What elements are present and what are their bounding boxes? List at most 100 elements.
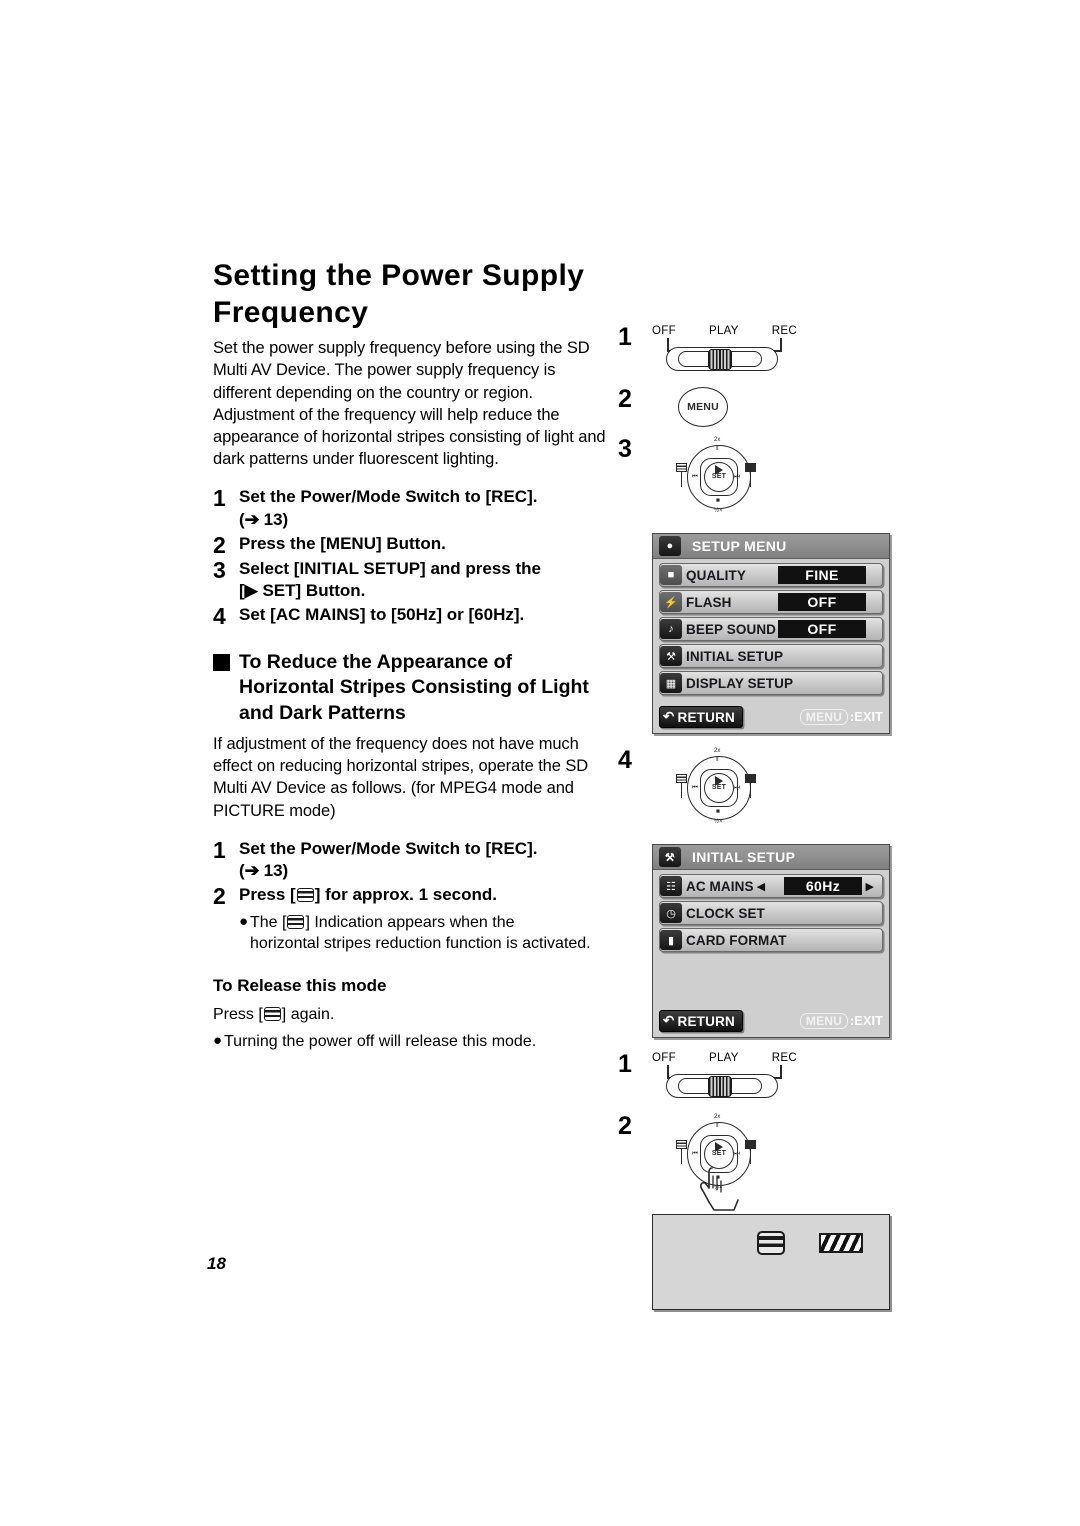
menu-row-value[interactable]: 60Hz xyxy=(784,877,862,895)
step-item: 2 Press [ ] for approx. 1 second. xyxy=(213,884,613,908)
arrow-left-icon[interactable]: ◀ xyxy=(757,880,765,893)
stripes-side-stem xyxy=(681,783,683,798)
setup-menu-panel: ● SETUP MENU ■ QUALITY FINE ⚡ FLASH OFF … xyxy=(652,533,890,734)
clock-icon: ◷ xyxy=(660,903,682,923)
step-sub-text: [▶ SET] Button. xyxy=(239,581,366,601)
step-item: 1 Set the Power/Mode Switch to [REC]. (➔… xyxy=(213,486,613,531)
menu-row-flash[interactable]: ⚡ FLASH OFF xyxy=(659,590,883,614)
battery-fill xyxy=(821,1235,861,1251)
setup-menu-title: SETUP MENU xyxy=(692,538,787,554)
menu-empty-space xyxy=(659,955,883,1002)
return-button[interactable]: ↶ RETURN xyxy=(659,1010,743,1032)
dial-set-label: SET xyxy=(711,784,727,791)
stripes-side-icon xyxy=(676,774,687,783)
illustration-step-4: 4 2x ‖ ■ ½× ⏮ ⏭ SET xyxy=(618,748,908,834)
menu-row-value[interactable]: OFF xyxy=(778,593,866,611)
stripes-side-icon xyxy=(676,463,687,472)
setup-menu-footer: ↶ RETURN MENU :EXIT xyxy=(653,704,889,733)
stripes-side-stem xyxy=(681,1149,683,1164)
page-title-line2: Frequency xyxy=(213,295,369,329)
page-title-line1: Setting the Power Supply xyxy=(213,259,585,292)
power-mode-switch-illustration: OFF PLAY REC xyxy=(652,325,797,377)
page-title: Setting the Power Supply Frequency xyxy=(213,258,613,331)
flash-side-icon xyxy=(745,463,756,472)
horizontal-stripes-icon xyxy=(296,887,314,902)
illustration-step-3: 3 2x ‖ ■ ½× ⏮ ⏭ SET xyxy=(618,437,908,523)
section-heading-line3: and Dark Patterns xyxy=(239,702,406,725)
release-bullet-text: Turning the power off will release this … xyxy=(224,1032,537,1050)
menu-row-display-setup[interactable]: ▦ DISPLAY SETUP xyxy=(659,671,883,695)
ac-mains-icon: ☷ xyxy=(660,876,682,896)
initial-setup-panel: ⚒ INITIAL SETUP ☷ AC MAINS ◀ 60Hz ▶ ◷ CL… xyxy=(652,844,890,1038)
illustration-step-2-second: 2 2x ‖ ■ ½× ⏮ ⏭ SET xyxy=(618,1112,908,1211)
menu-row-label: CLOCK SET xyxy=(686,905,765,921)
flash-side-stem xyxy=(749,1149,751,1164)
step-item: 3 Select [INITIAL SETUP] and press the [… xyxy=(213,558,613,603)
lcd-screen-indicator-panel xyxy=(652,1214,890,1310)
section-heading-line1: To Reduce the Appearance of xyxy=(239,650,513,673)
setup-menu-title-bar: ● SETUP MENU xyxy=(653,534,889,559)
card-format-icon: ▮ xyxy=(660,930,682,950)
illustration-step-number: 3 xyxy=(618,435,632,463)
menu-exit-label: :EXIT xyxy=(850,710,883,724)
horizontal-stripes-icon xyxy=(263,1007,281,1022)
arrow-right-icon[interactable]: ▶ xyxy=(866,880,874,893)
flash-side-stem xyxy=(749,472,751,487)
menu-row-beep-sound[interactable]: ♪ BEEP SOUND OFF xyxy=(659,617,883,641)
step-number: 1 xyxy=(213,485,226,512)
switch-knob[interactable] xyxy=(708,349,732,370)
initial-setup-icon: ⚒ xyxy=(659,847,681,867)
initial-setup-title: INITIAL SETUP xyxy=(692,849,796,865)
step-number: 4 xyxy=(213,602,226,629)
switch-label-off: OFF xyxy=(652,1052,676,1064)
menu-row-label: QUALITY xyxy=(686,567,746,583)
menu-row-value[interactable]: FINE xyxy=(778,566,866,584)
step-text: Set [AC MAINS] to [50Hz] or [60Hz]. xyxy=(239,604,525,624)
menu-row-label: CARD FORMAT xyxy=(686,932,787,948)
step-number: 1 xyxy=(213,836,226,863)
right-illustration-column: 1 OFF PLAY REC 2 MENU 3 2x ‖ ■ ½× ⏮ ⏭ SE… xyxy=(618,325,908,1310)
dial-label-half-speed: ½× xyxy=(714,819,723,825)
switch-label-play: PLAY xyxy=(708,325,739,337)
switch-knob[interactable] xyxy=(708,1076,732,1097)
step-text-before: Press [ xyxy=(239,884,296,904)
menu-row-clock-set[interactable]: ◷ CLOCK SET xyxy=(659,901,883,925)
illustration-step-1-second: 1 OFF PLAY REC xyxy=(618,1052,908,1104)
switch-label-off: OFF xyxy=(652,325,676,337)
menu-row-label: DISPLAY SETUP xyxy=(686,675,794,691)
dial-set-label: SET xyxy=(711,1150,727,1157)
note-text-before: The [ xyxy=(250,913,287,931)
flash-side-stem xyxy=(749,783,751,798)
return-button-label: RETURN xyxy=(677,709,735,725)
menu-row-ac-mains[interactable]: ☷ AC MAINS ◀ 60Hz ▶ xyxy=(659,874,883,898)
initial-setup-footer: ↶ RETURN MENU :EXIT xyxy=(653,1008,889,1037)
manual-page: Setting the Power Supply Frequency Set t… xyxy=(0,0,1080,1526)
switch-tick-right xyxy=(780,1065,782,1077)
return-arrow-icon: ↶ xyxy=(663,1013,675,1028)
release-bullet: ● Turning the power off will release thi… xyxy=(213,1031,613,1052)
power-mode-switch-labels: OFF PLAY REC xyxy=(652,1052,797,1064)
battery-full-icon xyxy=(819,1233,863,1253)
black-square-bullet-icon xyxy=(213,653,230,671)
menu-row-card-format[interactable]: ▮ CARD FORMAT xyxy=(659,928,883,952)
step-number: 2 xyxy=(213,882,226,909)
menu-row-quality[interactable]: ■ QUALITY FINE xyxy=(659,563,883,587)
step-text-after: ] for approx. 1 second. xyxy=(314,884,498,904)
initial-setup-icon: ⚒ xyxy=(660,646,682,666)
step-item: 4 Set [AC MAINS] to [50Hz] or [60Hz]. xyxy=(213,604,613,628)
menu-row-label: FLASH xyxy=(686,594,732,610)
stripes-side-stem xyxy=(681,472,683,487)
return-button[interactable]: ↶ RETURN xyxy=(659,706,743,728)
menu-exit-label: :EXIT xyxy=(850,1014,883,1028)
illustration-step-number: 2 xyxy=(618,1112,632,1140)
power-mode-switch-illustration: OFF PLAY REC xyxy=(652,1052,797,1104)
hand-pointer-icon xyxy=(699,1167,739,1211)
menu-row-value[interactable]: OFF xyxy=(778,620,866,638)
menu-row-initial-setup[interactable]: ⚒ INITIAL SETUP xyxy=(659,644,883,668)
menu-button-illustration[interactable]: MENU xyxy=(678,387,728,427)
switch-tick-right xyxy=(780,338,782,350)
pause-icon: ‖ xyxy=(716,1122,719,1129)
section-step-list: 1 Set the Power/Mode Switch to [REC]. (➔… xyxy=(213,838,613,908)
return-button-label: RETURN xyxy=(677,1013,735,1029)
step-number: 3 xyxy=(213,556,226,583)
